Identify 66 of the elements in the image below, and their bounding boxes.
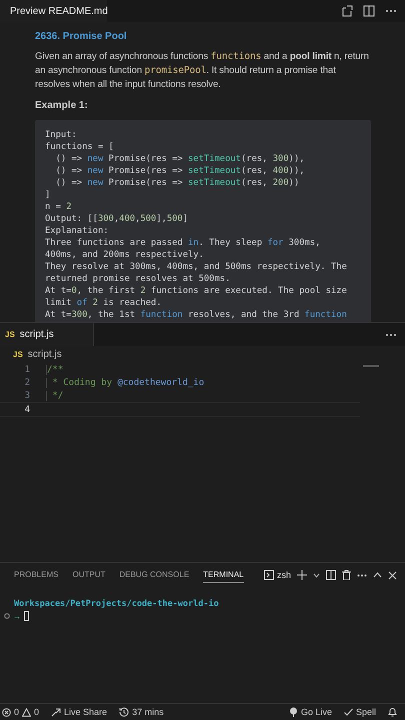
js-file-icon: JS <box>13 350 23 359</box>
more-icon[interactable] <box>385 332 397 336</box>
panel-tab[interactable]: TERMINAL <box>203 567 244 583</box>
broadcast-icon[interactable] <box>288 707 298 717</box>
code-line: * Coding by @codetheworld_io <box>46 378 204 388</box>
editor-tab[interactable]: JS script.js <box>0 323 94 346</box>
chevron-up-icon[interactable] <box>373 572 382 578</box>
code-line: Input: <box>45 129 78 141</box>
minimap-line <box>363 365 379 367</box>
code-line: */ <box>46 390 64 400</box>
breadcrumb-item[interactable]: script.js <box>28 349 62 360</box>
code-line: At t=300, the 1st function resolves, and the 3rd function <box>45 309 348 321</box>
close-icon[interactable] <box>388 570 397 580</box>
error-count[interactable]: 0 <box>14 707 20 717</box>
split-editor-icon[interactable] <box>363 5 375 17</box>
warning-icon[interactable] <box>22 708 32 716</box>
panel-tab[interactable]: OUTPUT <box>72 567 106 583</box>
js-file-icon: JS <box>5 330 15 339</box>
bell-icon[interactable] <box>388 707 397 717</box>
code-line: 400ms, and 200ms respectively. <box>45 249 205 261</box>
split-editor-icon[interactable] <box>326 570 336 580</box>
open-source-icon[interactable] <box>341 5 353 17</box>
trash-icon[interactable] <box>342 570 351 580</box>
code-line: returned promise resolves at 500ms. <box>45 273 232 285</box>
code-line: Output: [[300,400,500],500] <box>45 213 190 225</box>
code-line: limit of 2 is reached. <box>45 297 163 309</box>
code-line: /** <box>46 364 64 374</box>
line-number: 3 <box>24 390 31 400</box>
session-timer[interactable]: 37 mins <box>132 707 164 717</box>
description-paragraph: Given an array of asynchronous functions functions and a pool limit n, return an asynchronous function promisePool. It should return a promise that resolves when all the input functions resolve. <box>35 50 370 92</box>
code-line: () => new Promise(res => setTimeout(res, 400)), <box>54 165 306 177</box>
terminal-path: Workspaces/PetProjects/code-the-world-io <box>13 599 220 609</box>
prompt-arrow: → <box>13 612 21 620</box>
live-share-button[interactable]: Live Share <box>64 707 108 717</box>
check-icon[interactable] <box>344 708 353 716</box>
shell-name[interactable]: zsh <box>276 570 291 580</box>
code-line: functions = [ <box>45 141 115 153</box>
readme-heading: 2636. Promise Pool <box>35 31 128 42</box>
code-line: At t=0, the first 2 functions are executed. The pool size <box>45 285 348 297</box>
chevron-down-icon[interactable] <box>313 572 320 578</box>
code-line: () => new Promise(res => setTimeout(res, 200)) <box>54 177 300 189</box>
history-icon[interactable] <box>119 707 130 717</box>
line-number: 4 <box>24 404 31 414</box>
line-number: 2 <box>24 378 31 388</box>
terminal-icon <box>264 570 274 580</box>
panel-tab[interactable]: PROBLEMS <box>14 567 58 583</box>
add-icon[interactable] <box>297 570 307 580</box>
line-number: 1 <box>24 364 31 374</box>
go-live-button[interactable]: Go Live <box>300 707 332 717</box>
error-icon[interactable] <box>2 708 11 716</box>
code-line: Explanation: <box>45 225 110 237</box>
panel-tab[interactable]: DEBUG CONSOLE <box>119 567 190 583</box>
code-line: n = 2 <box>45 201 72 213</box>
more-icon[interactable] <box>385 9 397 13</box>
terminal-cursor <box>24 611 29 621</box>
code-line: () => new Promise(res => setTimeout(res, 300)), <box>54 153 306 165</box>
circle-icon <box>4 613 10 619</box>
spell-button[interactable]: Spell <box>356 707 376 717</box>
warning-count[interactable]: 0 <box>34 707 40 717</box>
code-line: Three functions are passed in. They sleep for 300ms, <box>45 237 322 249</box>
code-line: They resolve at 300ms, 400ms, and 500ms respectively. The <box>45 261 348 273</box>
code-line: ] <box>45 189 52 201</box>
more-icon[interactable] <box>357 574 367 576</box>
example-heading: Example 1: <box>35 100 89 111</box>
live-share-icon[interactable] <box>51 708 62 716</box>
editor-tab[interactable]: Preview README.md <box>0 0 107 22</box>
